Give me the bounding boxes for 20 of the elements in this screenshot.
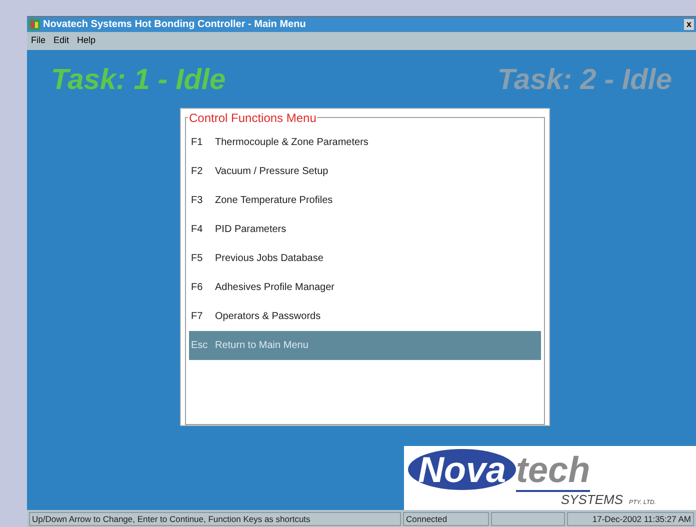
menu-item[interactable]: File <box>31 34 46 48</box>
menu-option[interactable]: F5 Previous Jobs Database <box>189 244 541 273</box>
menu-option[interactable]: F3 Zone Temperature Profiles <box>189 186 541 215</box>
task-status: Task: 1 - Idle <box>51 63 226 98</box>
menu-option[interactable]: F1 Thermocouple & Zone Parameters <box>189 128 541 157</box>
task-status: Task: 2 - Idle <box>497 63 672 98</box>
logo-wordmark: Nova tech <box>408 450 590 490</box>
logo-subtitle: SYSTEMS <box>560 491 623 509</box>
status-panel: Connected <box>403 512 489 526</box>
status-panel: Up/Down Arrow to Change, Enter to Continue, Function Keys as shortcuts <box>29 512 401 526</box>
app-icon <box>29 19 40 30</box>
window-title: Novatech Systems Hot Bonding Controller - Main Menu <box>43 18 306 32</box>
close-button[interactable]: x <box>684 19 694 30</box>
menu-option[interactable]: F2 Vacuum / Pressure Setup <box>189 157 541 186</box>
menu-item[interactable]: Edit <box>54 34 70 48</box>
menu-option[interactable]: F7 Operators & Passwords <box>189 302 541 331</box>
menu-option[interactable]: F6 Adhesives Profile Manager <box>189 273 541 302</box>
status-panel: 17-Dec-2002 11:35:27 AM <box>567 512 694 526</box>
menu-item[interactable]: Help <box>77 34 96 48</box>
menu-option[interactable]: F4 PID Parameters <box>189 215 541 244</box>
